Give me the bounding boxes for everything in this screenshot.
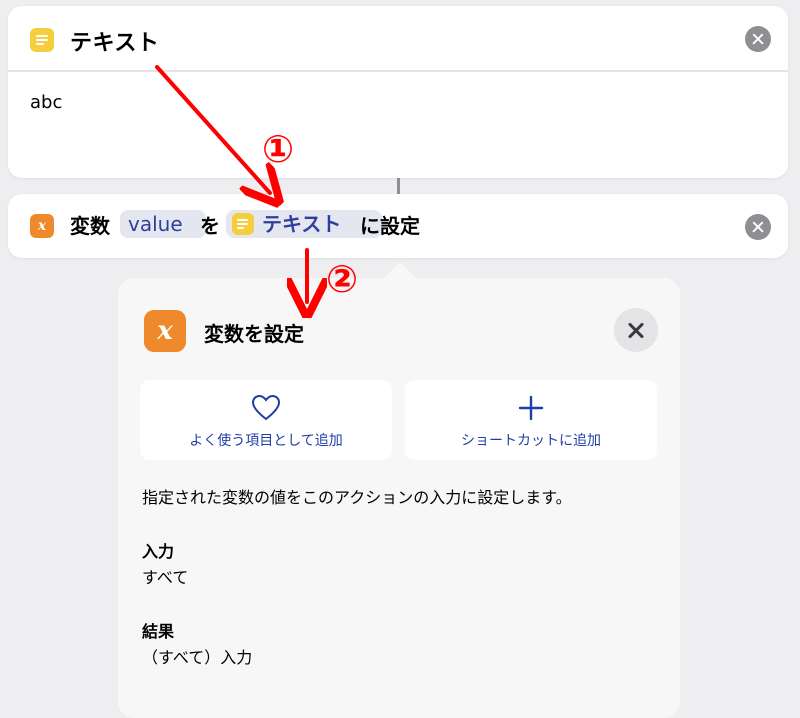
remove-set-variable-action-icon[interactable] — [745, 214, 771, 240]
set-variable-action-card[interactable]: x 変数 value を テキスト に設定 — [8, 194, 788, 258]
text-action-card[interactable]: テキスト abc — [8, 6, 788, 178]
add-to-favorites-label: よく使う項目として追加 — [189, 433, 343, 449]
set-variable-label-suffix: に設定 — [360, 214, 420, 238]
text-input-token-label: テキスト — [262, 212, 342, 236]
add-to-shortcut-button[interactable]: ショートカットに追加 — [405, 380, 657, 460]
close-popover-button[interactable] — [614, 308, 658, 352]
action-info-popover: x 変数を設定 よく使う項目として追加 ショートカットに追加 指定された変数の値… — [118, 278, 680, 718]
text-input-token[interactable]: テキスト — [226, 210, 382, 238]
set-variable-label-prefix: 変数 — [70, 214, 110, 238]
action-description: 指定された変数の値をこのアクションの入力に設定します。 — [142, 488, 572, 507]
input-value: すべて — [142, 568, 189, 587]
text-action-header: テキスト — [8, 6, 788, 72]
text-action-title: テキスト — [70, 31, 160, 56]
variable-icon: x — [144, 310, 186, 352]
add-to-favorites-button[interactable]: よく使う項目として追加 — [140, 380, 392, 460]
popover-arrow — [384, 262, 416, 278]
set-variable-particle: を — [200, 214, 220, 238]
add-to-shortcut-label: ショートカットに追加 — [461, 433, 601, 449]
result-value: （すべて）入力 — [142, 648, 253, 667]
action-connector — [397, 178, 400, 194]
result-heading: 結果 — [142, 622, 175, 641]
popover-title: 変数を設定 — [204, 322, 304, 346]
remove-text-action-icon[interactable] — [745, 26, 771, 52]
input-heading: 入力 — [142, 542, 175, 561]
text-icon — [30, 28, 54, 52]
text-content-field[interactable]: abc — [30, 92, 62, 113]
variable-name-token[interactable]: value — [120, 210, 206, 238]
heart-icon — [251, 394, 281, 421]
text-icon — [232, 213, 254, 235]
variable-icon: x — [30, 214, 54, 238]
plus-icon — [518, 395, 544, 421]
